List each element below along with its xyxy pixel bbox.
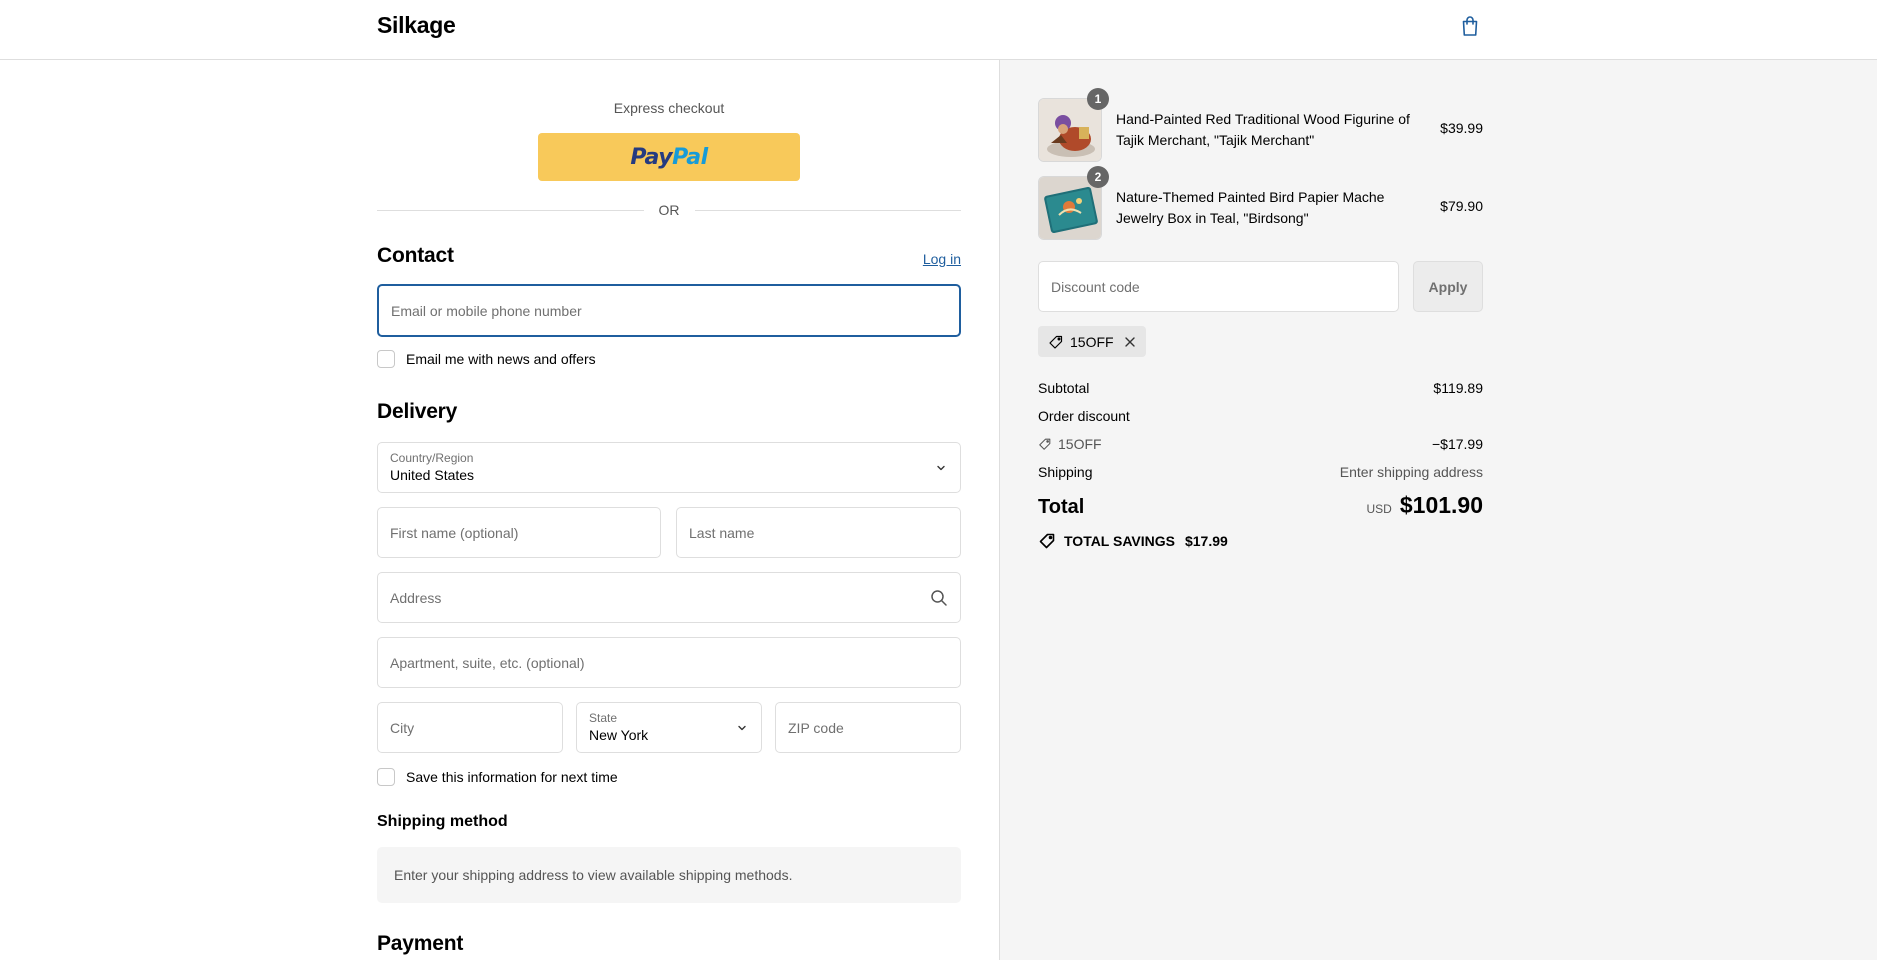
apartment-input[interactable] (378, 638, 960, 687)
city-field[interactable] (377, 702, 563, 753)
tag-icon (1039, 438, 1051, 450)
chevron-down-icon (937, 465, 945, 471)
applied-code-label: 15OFF (1070, 333, 1114, 350)
newsletter-label: Email me with news and offers (406, 351, 596, 367)
cart-item: 1 Hand-Painted Red Traditional Wood Figu… (1038, 88, 1483, 162)
discount-value: −$17.99 (1432, 436, 1483, 452)
zip-field[interactable] (775, 702, 961, 753)
first-name-input[interactable] (378, 508, 660, 557)
paypal-button[interactable]: PayPal (538, 133, 800, 181)
shipping-row: Shipping Enter shipping address (1038, 464, 1483, 480)
subtotal-label: Subtotal (1038, 380, 1090, 396)
discount-code-field[interactable] (1038, 261, 1399, 312)
delivery-heading: Delivery (377, 400, 458, 423)
newsletter-option[interactable]: Email me with news and offers (377, 350, 596, 368)
contact-heading: Contact (377, 244, 454, 267)
shipping-method-notice: Enter your shipping address to view avai… (377, 847, 961, 903)
discount-code-text: 15OFF (1058, 436, 1102, 452)
last-name-field[interactable] (676, 507, 961, 558)
city-input[interactable] (378, 703, 562, 752)
item-name: Nature-Themed Painted Bird Papier Mache … (1116, 189, 1385, 226)
or-text: OR (658, 202, 680, 218)
quantity-badge: 2 (1087, 166, 1109, 188)
discount-code-row: 15OFF −$17.99 (1038, 436, 1483, 452)
tag-icon (1049, 335, 1063, 349)
total-value: $101.90 (1399, 492, 1483, 518)
item-price: $39.99 (1440, 120, 1483, 136)
order-discount-label: Order discount (1038, 408, 1130, 424)
chevron-down-icon (738, 725, 746, 731)
save-info-checkbox[interactable] (377, 768, 395, 786)
savings-value: $17.99 (1184, 533, 1228, 549)
savings-label: TOTAL SAVINGS (1064, 533, 1175, 549)
apartment-field[interactable] (377, 637, 961, 688)
country-select[interactable]: Country/Region United States (377, 442, 961, 493)
newsletter-checkbox[interactable] (377, 350, 395, 368)
paypal-logo: PayPal (630, 144, 708, 170)
shipping-value: Enter shipping address (1339, 464, 1483, 480)
total-label: Total (1038, 496, 1085, 518)
item-name: Hand-Painted Red Traditional Wood Figuri… (1116, 111, 1410, 148)
savings-tag-icon (1039, 533, 1055, 549)
save-info-option[interactable]: Save this information for next time (377, 768, 618, 786)
state-select[interactable]: State New York (576, 702, 762, 753)
quantity-badge: 1 (1087, 88, 1109, 110)
payment-heading: Payment (377, 932, 464, 955)
login-link[interactable]: Log in (923, 251, 961, 267)
shipping-method-heading: Shipping method (377, 813, 508, 830)
brand-logo[interactable]: Silkage (377, 12, 456, 39)
state-value: New York (589, 727, 649, 743)
checkout-header: Silkage (0, 0, 1877, 60)
country-label: Country/Region (390, 451, 474, 465)
item-price: $79.90 (1440, 198, 1483, 214)
total-currency: USD (1366, 502, 1392, 516)
country-value: United States (390, 467, 475, 483)
order-discount-row: Order discount (1038, 408, 1483, 424)
or-divider: OR (377, 200, 961, 220)
discount-code-label: 15OFF (1038, 436, 1102, 452)
last-name-input[interactable] (677, 508, 960, 557)
subtotal-value: $119.89 (1433, 380, 1483, 396)
apply-discount-button[interactable]: Apply (1413, 261, 1483, 312)
save-info-label: Save this information for next time (406, 769, 618, 785)
express-checkout-label: Express checkout (613, 100, 725, 116)
total-savings: TOTAL SAVINGS $17.99 (1038, 532, 1228, 550)
first-name-field[interactable] (377, 507, 661, 558)
subtotal-row: Subtotal $119.89 (1038, 380, 1483, 396)
email-input[interactable] (379, 286, 959, 335)
total-row: Total USD $101.90 (1038, 492, 1483, 519)
shipping-label: Shipping (1038, 464, 1093, 480)
address-field[interactable] (377, 572, 961, 623)
cart-item: 2 Nature-Themed Painted Bird Papier Mach… (1038, 166, 1483, 240)
address-input[interactable] (378, 573, 960, 622)
zip-input[interactable] (776, 703, 960, 752)
discount-code-input[interactable] (1039, 262, 1398, 311)
total-amount: USD $101.90 (1367, 492, 1483, 519)
search-icon (931, 590, 947, 606)
order-summary: 1 Hand-Painted Red Traditional Wood Figu… (999, 60, 1877, 960)
applied-discount-chip: 15OFF (1038, 326, 1146, 357)
shopping-bag-icon[interactable] (1458, 14, 1482, 38)
remove-discount-icon[interactable] (1124, 336, 1136, 348)
email-field[interactable] (377, 284, 961, 337)
state-label: State (589, 711, 618, 725)
